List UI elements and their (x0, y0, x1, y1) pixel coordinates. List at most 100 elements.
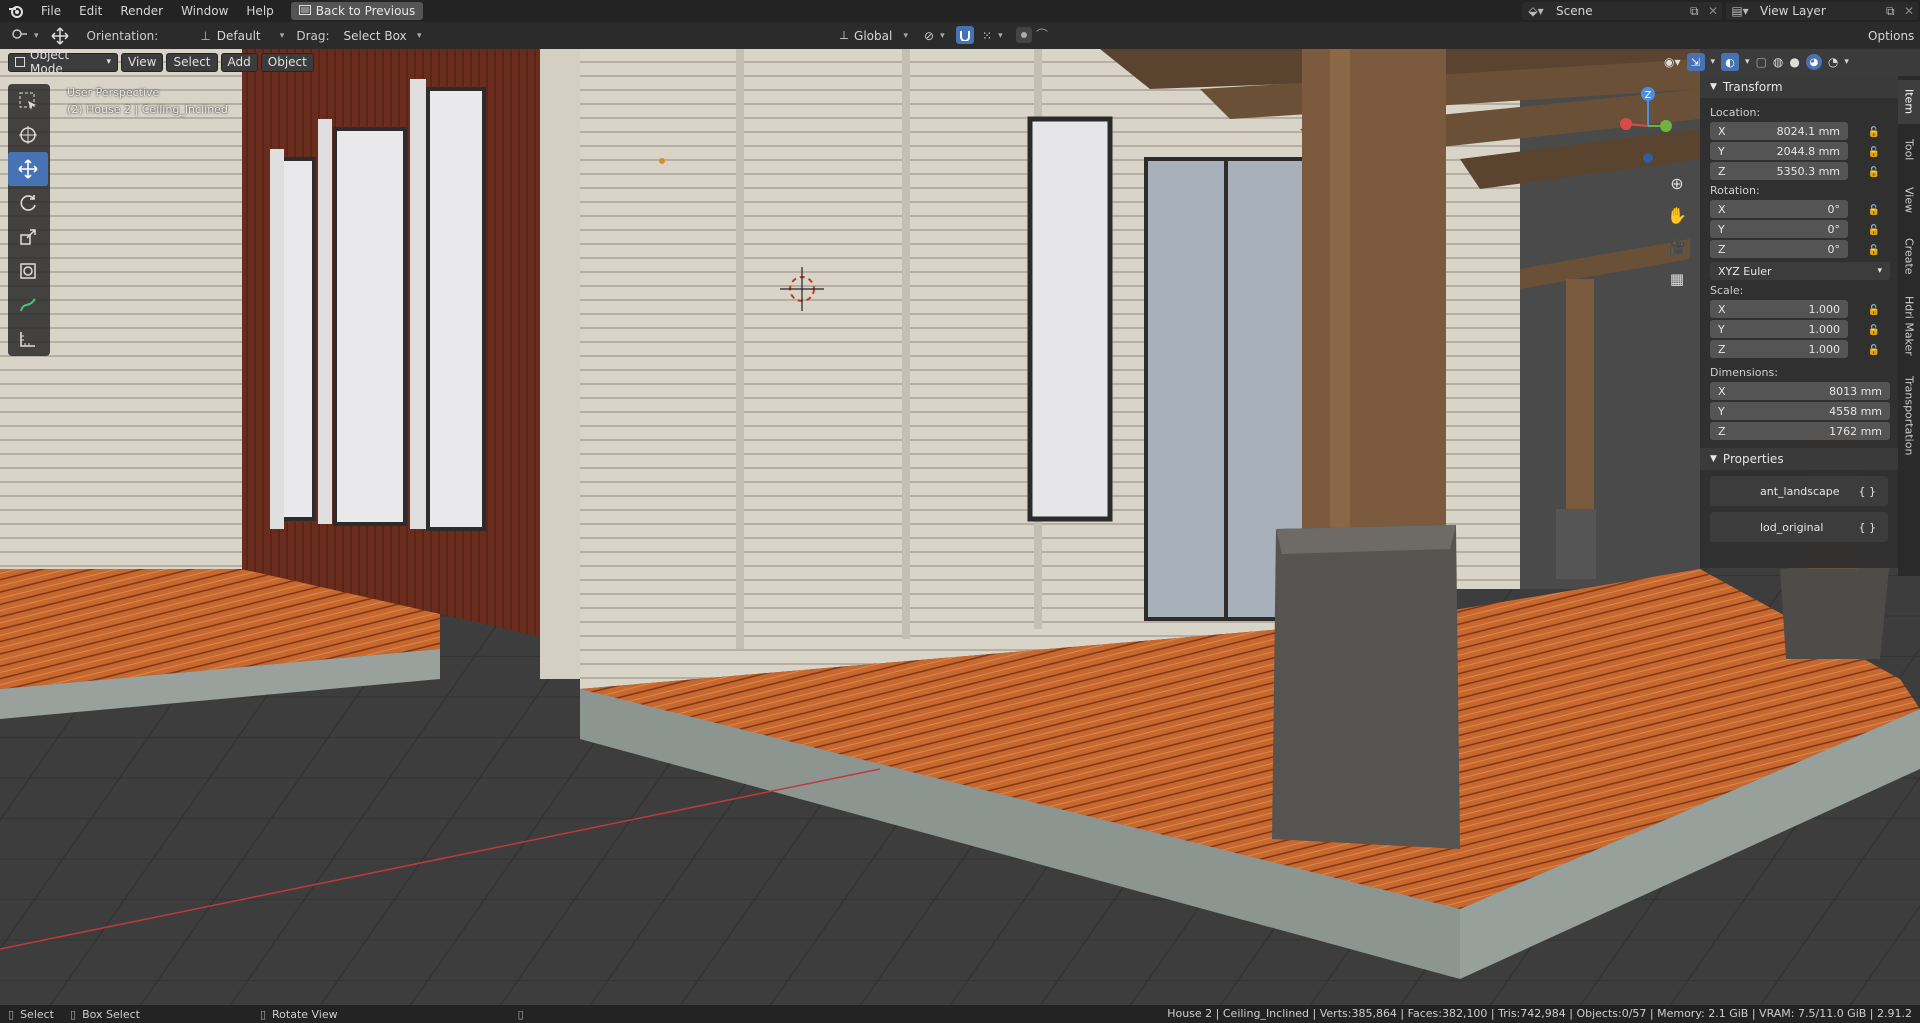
custom-property-row[interactable]: lod_original { } (1710, 512, 1888, 542)
scale-tool-icon[interactable] (8, 220, 48, 254)
camera-icon[interactable]: 🎥 (1664, 234, 1690, 260)
lock-icon[interactable]: 🔓 (1866, 221, 1882, 239)
cursor-tool-icon[interactable] (8, 118, 48, 152)
shading-dropdown-icon[interactable]: ▾ (1844, 57, 1849, 67)
zoom-icon[interactable]: ⊕ (1664, 170, 1690, 196)
orientation-dropdown[interactable]: ⊥ Default ▾ (194, 26, 290, 46)
scale-y-field[interactable]: Y 1.000 (1710, 320, 1848, 338)
overlays-toggle-icon[interactable]: ◐ (1721, 53, 1740, 71)
transform-title: Transform (1722, 80, 1783, 94)
lock-icon[interactable]: 🔓 (1866, 163, 1882, 181)
select-box-tool-icon[interactable] (8, 84, 48, 118)
sidebar-item-panel: ▼ Transform Location: X 8024.1 mm 🔓 Y 2044.… (1700, 76, 1898, 568)
tab-hdri-maker[interactable]: Hdri Maker (1898, 288, 1920, 364)
back-to-previous-button[interactable]: Back to Previous (290, 2, 424, 20)
gizmo-toggle-icon[interactable]: ⇲ (1686, 53, 1705, 71)
snap-target-dropdown[interactable]: ⁙ ▾ (976, 26, 1009, 46)
wireframe-shading-icon[interactable]: ◍ (1773, 55, 1783, 69)
snap-toggle-icon[interactable] (956, 26, 974, 44)
lock-icon[interactable]: 🔓 (1866, 301, 1882, 319)
rendered-shading-icon[interactable]: ◔ (1828, 55, 1838, 69)
rotation-x-value: 0° (1827, 202, 1841, 216)
tab-item[interactable]: Item (1898, 80, 1920, 124)
location-z-field[interactable]: Z 5350.3 mm (1710, 162, 1848, 180)
back-to-previous-label: Back to Previous (315, 4, 416, 18)
solid-shading-icon[interactable]: ● (1789, 55, 1799, 69)
menu-edit[interactable]: Edit (70, 0, 111, 22)
scale-y-value: 1.000 (1808, 322, 1841, 336)
blender-logo-icon[interactable] (0, 0, 32, 22)
view-layer-icon: ▤▾ (1731, 4, 1749, 18)
drag-dropdown[interactable]: Select Box ▾ (338, 26, 428, 46)
transform-tool-icon[interactable] (8, 254, 48, 288)
dimensions-x-field[interactable]: X 8013 mm (1710, 382, 1890, 400)
scale-z-field[interactable]: Z 1.000 (1710, 340, 1848, 358)
tab-view[interactable]: View (1898, 176, 1920, 224)
visibility-eye-icon[interactable]: ◉▾ (1664, 55, 1681, 69)
pivot-point-dropdown[interactable]: ⊘ ▾ (918, 26, 951, 46)
lock-icon[interactable]: 🔓 (1866, 321, 1882, 339)
3d-viewport[interactable] (0, 49, 1920, 1005)
lock-icon[interactable]: 🔓 (1866, 143, 1882, 161)
location-x-field[interactable]: X 8024.1 mm (1710, 122, 1848, 140)
lock-icon[interactable]: 🔓 (1866, 241, 1882, 259)
dimensions-x-value: 8013 mm (1829, 384, 1882, 398)
overlays-dropdown-icon[interactable]: ▾ (1745, 57, 1750, 67)
lock-icon[interactable]: 🔓 (1866, 123, 1882, 141)
axis-label: Y (1718, 144, 1725, 158)
ortho-grid-icon[interactable]: ▦ (1664, 266, 1690, 292)
rotation-y-field[interactable]: Y 0° (1710, 220, 1848, 238)
lock-icon[interactable]: 🔓 (1866, 341, 1882, 359)
rotation-mode-dropdown[interactable]: XYZ Euler ▾ (1710, 262, 1890, 280)
tab-transportation[interactable]: Transportation (1898, 368, 1920, 464)
collapse-arrow-icon: ▼ (1710, 454, 1717, 464)
mode-dropdown[interactable]: Object Mode ▾ (8, 48, 118, 76)
property-value: { } (1858, 484, 1877, 498)
material-shading-icon[interactable]: ◕ (1805, 54, 1822, 70)
options-dropdown[interactable]: Options ▾ (1862, 26, 1920, 46)
sidebar-tabs: Item Tool View Create Hdri Maker Transpo… (1898, 76, 1920, 576)
annotate-tool-icon[interactable] (8, 288, 48, 322)
view-layer-selector[interactable]: ▤▾ View Layer ⧉ ✕ (1726, 2, 1918, 20)
tab-create[interactable]: Create (1898, 228, 1920, 284)
remove-scene-icon[interactable]: ✕ (1708, 4, 1722, 18)
editor-type-dropdown[interactable]: ▾ (6, 26, 45, 46)
remove-layer-icon[interactable]: ✕ (1904, 4, 1918, 18)
measure-tool-icon[interactable] (8, 322, 48, 356)
status-bar: ▯ Select ▯ Box Select ▯ Rotate View ▯ Ho… (0, 1005, 1920, 1023)
viewport-menu-view[interactable]: View (121, 52, 164, 72)
navigation-gizmo[interactable]: Z (1610, 84, 1680, 174)
pivot-icon: ⊘ (924, 28, 935, 43)
location-y-field[interactable]: Y 2044.8 mm (1710, 142, 1848, 160)
transform-orientation-dropdown[interactable]: ⟂ Global ▾ (834, 26, 914, 46)
viewport-menu-add[interactable]: Add (220, 52, 258, 72)
tab-tool[interactable]: Tool (1898, 128, 1920, 172)
scene-selector[interactable]: ⬙▾ Scene ⧉ ✕ (1522, 2, 1722, 20)
scale-x-field[interactable]: X 1.000 (1710, 300, 1848, 318)
pan-hand-icon[interactable]: ✋ (1664, 202, 1690, 228)
rotation-x-field[interactable]: X 0° (1710, 200, 1848, 218)
menu-window[interactable]: Window (172, 0, 237, 22)
duplicate-scene-icon[interactable]: ⧉ (1690, 4, 1708, 19)
dimensions-z-field[interactable]: Z 1762 mm (1710, 422, 1890, 440)
duplicate-layer-icon[interactable]: ⧉ (1886, 4, 1904, 19)
menu-file[interactable]: File (32, 0, 70, 22)
falloff-curve-icon[interactable]: ⌒ (1036, 26, 1048, 43)
menu-render[interactable]: Render (111, 0, 172, 22)
move-tool-icon[interactable] (45, 26, 75, 46)
scene-render (0, 49, 1920, 1005)
viewport-menu-object[interactable]: Object (260, 52, 314, 72)
lock-icon[interactable]: 🔓 (1866, 201, 1882, 219)
menu-help[interactable]: Help (237, 0, 282, 22)
move-tool-icon[interactable] (8, 152, 48, 186)
xray-icon[interactable]: ▢ (1756, 55, 1767, 69)
viewport-menu-select[interactable]: Select (166, 52, 218, 72)
properties-panel-header[interactable]: ▼ Properties (1700, 448, 1898, 470)
transform-panel-header[interactable]: ▼ Transform (1700, 76, 1898, 98)
dimensions-y-field[interactable]: Y 4558 mm (1710, 402, 1890, 420)
rotation-z-field[interactable]: Z 0° (1710, 240, 1848, 258)
proportional-edit-icon[interactable] (1016, 27, 1032, 43)
custom-property-row[interactable]: ant_landscape { } (1710, 476, 1888, 506)
rotate-tool-icon[interactable] (8, 186, 48, 220)
gizmo-dropdown-icon[interactable]: ▾ (1711, 57, 1716, 67)
